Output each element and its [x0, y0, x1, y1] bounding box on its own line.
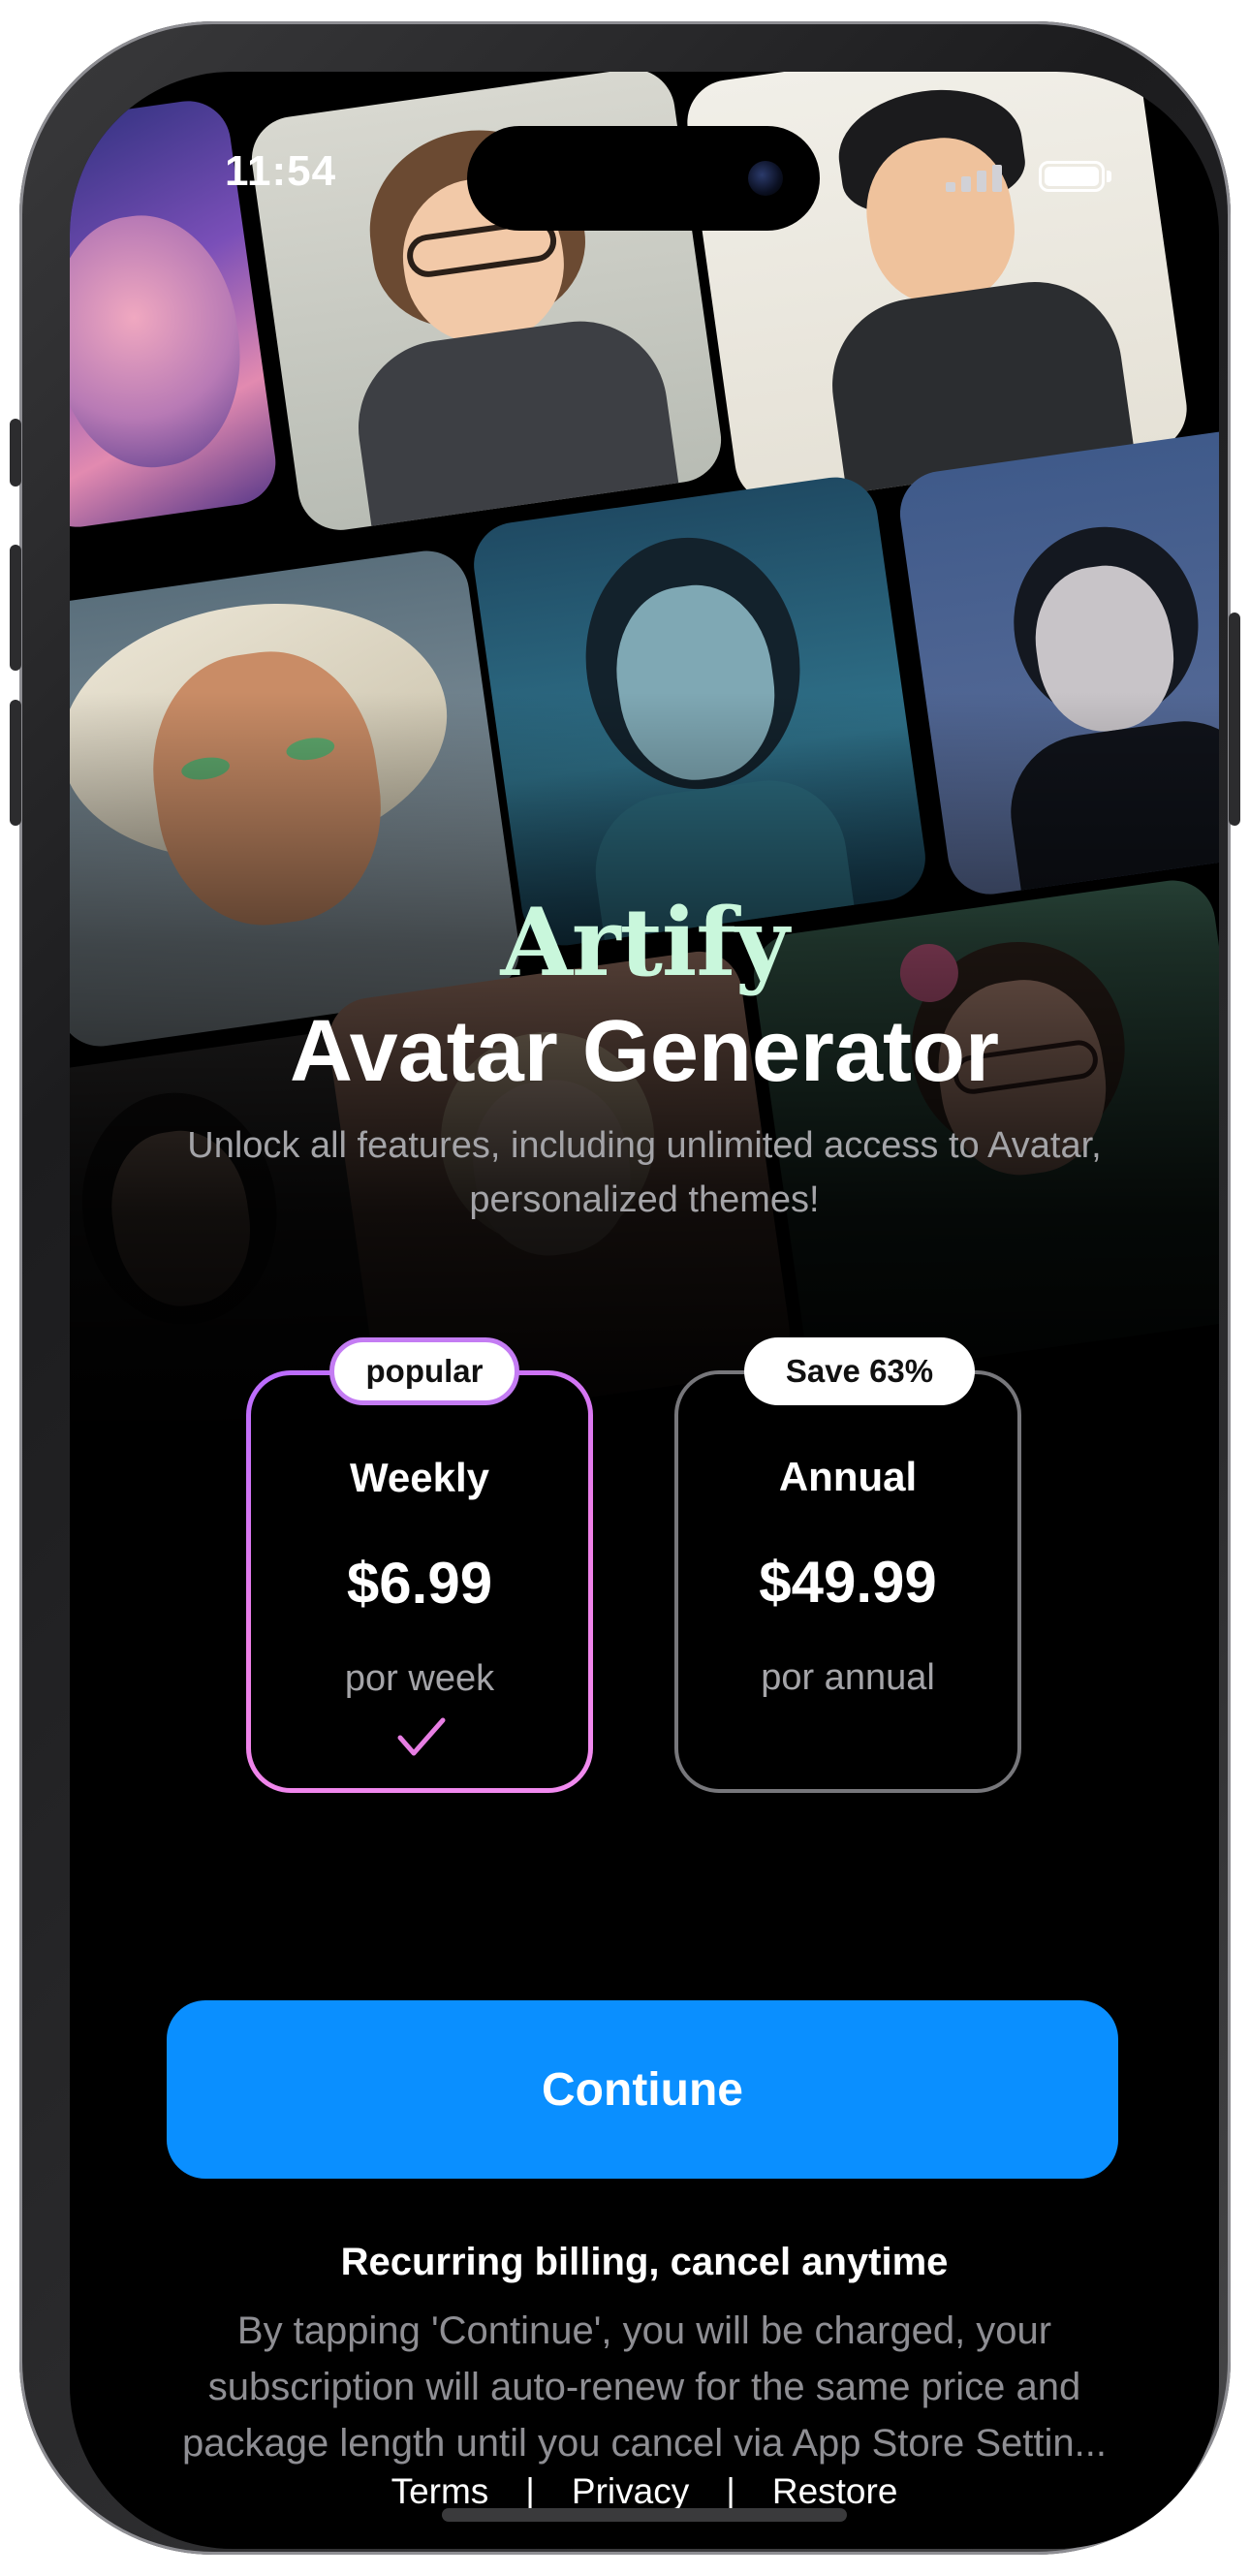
page-title: Avatar Generator [290, 1003, 999, 1100]
signal-icon [946, 163, 1014, 192]
plan-name: Annual [778, 1454, 918, 1499]
recurring-billing-note: Recurring billing, cancel anytime [340, 2241, 949, 2283]
check-icon [397, 1717, 446, 1756]
link-separator: | [726, 2471, 735, 2511]
popular-badge: popular [329, 1337, 519, 1405]
plan-name: Weekly [350, 1455, 489, 1500]
action-button [10, 419, 21, 487]
phone-frame: 11:54 Artify Avatar Generator Unlock all… [10, 21, 1240, 2555]
plan-annual-card[interactable]: Annual $49.99 por annual [674, 1370, 1021, 1793]
feature-subtitle: Unlock all features, including unlimited… [187, 1125, 1102, 1220]
app-screen: 11:54 Artify Avatar Generator Unlock all… [70, 72, 1219, 2549]
status-time: 11:54 [225, 147, 337, 195]
brand-name: Artify [500, 888, 790, 997]
avatar-collage [70, 72, 1219, 1525]
legal-disclaimer: By tapping 'Continue', you will be charg… [182, 2309, 1107, 2465]
plan-period: por week [344, 1658, 495, 1699]
volume-down-button [10, 700, 21, 826]
plan-weekly-card[interactable]: Weekly $6.99 por week [246, 1370, 593, 1793]
restore-link[interactable]: Restore [772, 2471, 898, 2512]
power-button [1229, 613, 1240, 826]
privacy-link[interactable]: Privacy [572, 2471, 689, 2512]
battery-icon [1039, 161, 1105, 192]
home-indicator[interactable] [442, 2508, 847, 2522]
savings-badge: Save 63% [744, 1337, 975, 1405]
continue-button[interactable]: Contiune [167, 2000, 1118, 2179]
collage-gradient [70, 72, 1219, 1525]
volume-up-button [10, 545, 21, 671]
battery-tip [1107, 171, 1111, 182]
plan-period: por annual [761, 1657, 935, 1698]
camera-icon [748, 161, 783, 196]
dynamic-island [467, 126, 820, 231]
footer-links: Terms | Privacy | Restore [70, 2471, 1219, 2512]
terms-link[interactable]: Terms [391, 2471, 489, 2512]
plan-price: $6.99 [346, 1551, 493, 1616]
plan-price: $49.99 [759, 1550, 937, 1615]
link-separator: | [525, 2471, 535, 2511]
